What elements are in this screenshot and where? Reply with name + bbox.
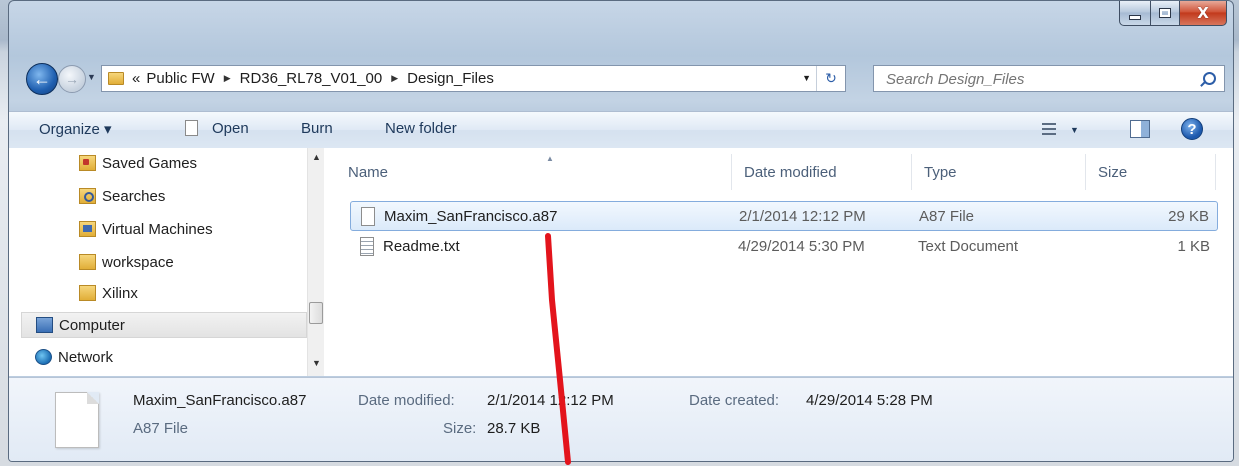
change-view-icon[interactable] xyxy=(1042,122,1056,136)
column-header-label: Size xyxy=(1098,163,1128,181)
details-date-modified-label: Date modified: xyxy=(358,392,455,409)
refresh-icon: ↻ xyxy=(825,70,837,86)
file-name: Maxim_SanFrancisco.a87 xyxy=(384,207,558,225)
maximize-icon xyxy=(1159,8,1171,18)
search-box[interactable] xyxy=(873,65,1225,92)
explorer-window: X ← → ▼ « Public FW ▶ RD36_RL78_V01_00 ▶… xyxy=(8,0,1234,462)
file-name: Readme.txt xyxy=(383,237,460,255)
breadcrumb-public-fw[interactable]: Public FW xyxy=(146,70,214,87)
open-file-icon xyxy=(185,120,198,136)
command-bar: Organize ▾ Open Burn New folder ▼ ? xyxy=(9,111,1233,149)
address-bar[interactable]: « Public FW ▶ RD36_RL78_V01_00 ▶ Design_… xyxy=(101,65,846,92)
table-row[interactable]: Readme.txt 4/29/2014 5:30 PM Text Docume… xyxy=(350,231,1218,261)
nav-item-label: Virtual Machines xyxy=(102,220,213,238)
help-icon[interactable]: ? xyxy=(1181,118,1203,140)
search-icon[interactable] xyxy=(1203,72,1216,85)
view-options-dropdown[interactable]: ▼ xyxy=(1070,125,1079,135)
file-thumbnail-icon xyxy=(55,392,99,448)
file-list: Name ▲ Date modified Type Size Maxim_San… xyxy=(324,148,1233,376)
file-name-cell: Maxim_SanFrancisco.a87 xyxy=(361,202,557,230)
computer-icon xyxy=(36,317,53,333)
breadcrumb-separator-icon[interactable]: ▶ xyxy=(224,73,231,84)
maximize-button[interactable] xyxy=(1151,1,1180,26)
scroll-down-icon[interactable]: ▼ xyxy=(312,358,321,368)
column-header-date-modified[interactable]: Date modified xyxy=(732,154,912,190)
folder-icon xyxy=(79,254,96,270)
nav-item-computer[interactable]: Computer xyxy=(21,312,307,338)
column-header-type[interactable]: Type xyxy=(912,154,1086,190)
breadcrumb-rd36[interactable]: RD36_RL78_V01_00 xyxy=(240,70,383,87)
nav-item-network[interactable]: Network xyxy=(35,344,113,370)
details-size-label: Size: xyxy=(443,420,477,437)
close-button[interactable]: X xyxy=(1180,1,1227,26)
back-button[interactable]: ← xyxy=(26,63,58,95)
scroll-up-icon[interactable]: ▲ xyxy=(312,152,321,162)
forward-arrow-icon: → xyxy=(65,71,79,87)
breadcrumb-design-files[interactable]: Design_Files xyxy=(407,70,494,87)
nav-item-label: Saved Games xyxy=(102,154,198,172)
minimize-button[interactable] xyxy=(1119,1,1151,26)
refresh-button[interactable]: ↻ xyxy=(816,66,845,91)
file-date-cell: 4/29/2014 5:30 PM xyxy=(738,237,865,255)
new-folder-button[interactable]: New folder xyxy=(385,120,457,137)
table-row[interactable]: Maxim_SanFrancisco.a87 2/1/2014 12:12 PM… xyxy=(350,201,1218,231)
nav-item-label: Xilinx xyxy=(102,284,138,302)
preview-pane-icon[interactable] xyxy=(1130,120,1150,138)
back-arrow-icon: ← xyxy=(33,68,51,89)
minimize-icon xyxy=(1129,14,1141,20)
recent-pages-dropdown[interactable]: ▼ xyxy=(87,72,96,82)
file-date-cell: 2/1/2014 12:12 PM xyxy=(739,207,866,225)
network-icon xyxy=(35,349,52,365)
saved-games-icon xyxy=(79,155,96,171)
navigation-scrollbar[interactable]: ▲ ▼ xyxy=(307,148,325,376)
details-file-type: A87 File xyxy=(133,420,189,437)
folder-icon xyxy=(108,72,124,85)
details-size-value: 28.7 KB xyxy=(487,420,541,437)
nav-item-saved-games[interactable]: Saved Games xyxy=(79,150,197,176)
searches-icon xyxy=(79,188,96,204)
open-button[interactable]: Open xyxy=(212,120,249,137)
column-header-label: Name xyxy=(348,163,389,181)
column-header-name[interactable]: Name ▲ xyxy=(336,154,732,190)
nav-item-workspace[interactable]: workspace xyxy=(79,249,174,275)
file-size-cell: 1 KB xyxy=(1177,237,1210,255)
address-dropdown-icon[interactable]: ▼ xyxy=(802,73,811,83)
details-date-created-label: Date created: xyxy=(689,392,780,409)
nav-item-searches[interactable]: Searches xyxy=(79,183,165,209)
nav-item-label: Computer xyxy=(59,316,125,334)
file-icon xyxy=(361,206,375,226)
nav-item-xilinx[interactable]: Xilinx xyxy=(79,280,138,306)
details-pane: Maxim_SanFrancisco.a87 A87 File Date mod… xyxy=(9,377,1233,461)
file-type-cell: A87 File xyxy=(919,207,975,225)
file-size-cell: 29 KB xyxy=(1168,207,1209,225)
details-file-name: Maxim_SanFrancisco.a87 xyxy=(133,392,307,409)
search-input[interactable] xyxy=(884,66,1188,92)
text-file-icon xyxy=(360,236,374,256)
nav-item-virtual-machines[interactable]: Virtual Machines xyxy=(79,216,213,242)
breadcrumb-overflow[interactable]: « xyxy=(132,70,140,87)
address-row: ← → ▼ « Public FW ▶ RD36_RL78_V01_00 ▶ D… xyxy=(9,57,1233,99)
file-name-cell: Readme.txt xyxy=(360,231,460,261)
forward-button[interactable]: → xyxy=(58,65,86,93)
column-header-label: Date modified xyxy=(744,163,837,181)
caption-buttons: X xyxy=(1119,1,1227,27)
column-header-size[interactable]: Size xyxy=(1086,154,1216,190)
burn-button[interactable]: Burn xyxy=(301,120,333,137)
details-date-modified-value: 2/1/2014 12:12 PM xyxy=(487,392,614,409)
virtual-machines-icon xyxy=(79,221,96,237)
nav-item-label: workspace xyxy=(102,253,174,271)
file-type-cell: Text Document xyxy=(918,237,1019,255)
folder-icon xyxy=(79,285,96,301)
nav-item-label: Searches xyxy=(102,187,166,205)
close-icon: X xyxy=(1197,4,1209,22)
sort-ascending-icon: ▲ xyxy=(546,154,554,163)
column-header-label: Type xyxy=(924,163,957,181)
breadcrumb-separator-icon[interactable]: ▶ xyxy=(391,73,398,84)
details-date-created-value: 4/29/2014 5:28 PM xyxy=(806,392,933,409)
nav-item-label: Network xyxy=(58,348,114,366)
scroll-thumb[interactable] xyxy=(309,302,323,324)
navigation-pane: Saved Games Searches Virtual Machines wo… xyxy=(9,148,307,376)
organize-button[interactable]: Organize ▾ xyxy=(39,120,112,138)
